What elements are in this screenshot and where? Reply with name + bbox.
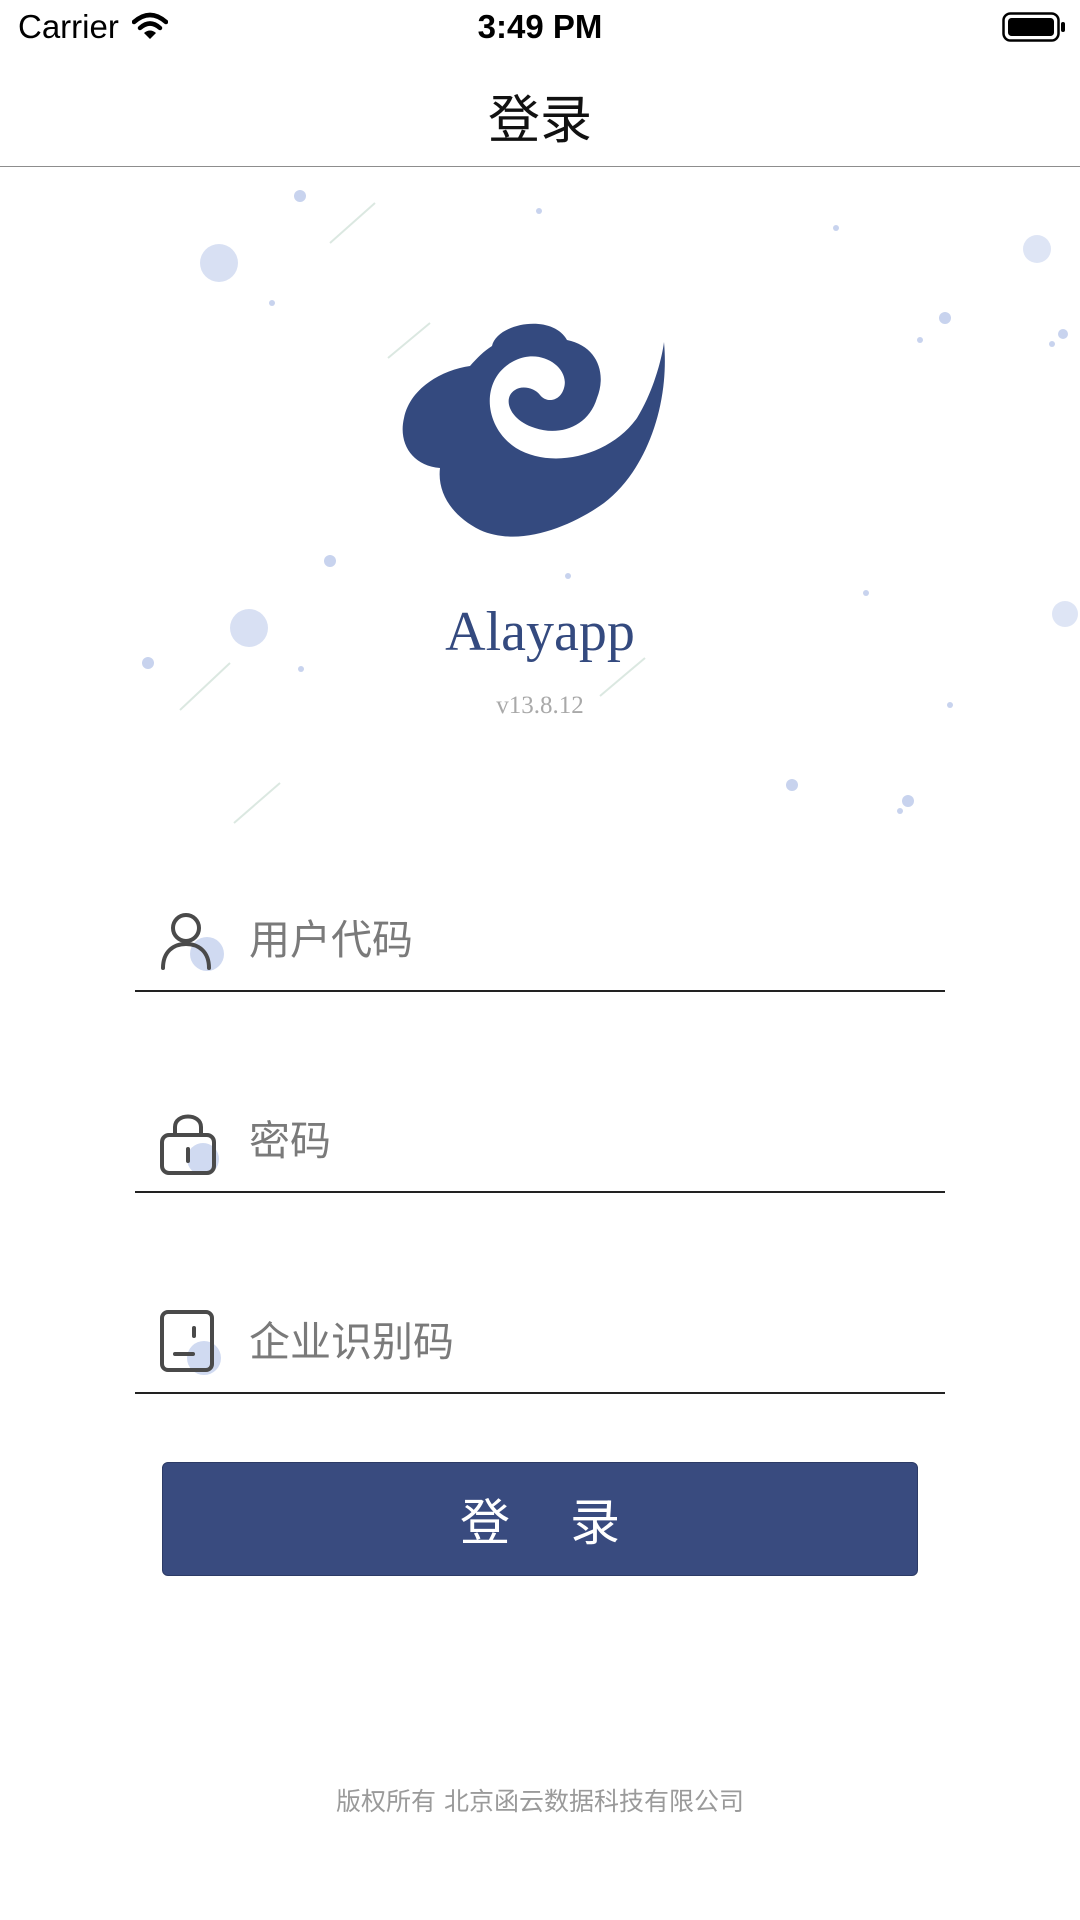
clock: 3:49 PM (477, 8, 603, 45)
enterprise-code-field[interactable] (135, 1292, 945, 1394)
lock-icon (160, 1114, 219, 1175)
copyright-footer: 版权所有 北京函云数据科技有限公司 (336, 1787, 744, 1816)
status-bar: Carrier 3:49 PM (0, 0, 1080, 56)
password-input[interactable] (249, 1105, 929, 1177)
id-card-icon (160, 1310, 221, 1375)
app-version: v13.8.12 (496, 692, 584, 719)
enterprise-code-input[interactable] (249, 1306, 929, 1378)
app-logo (402, 323, 665, 537)
login-button[interactable]: 登 录 (162, 1462, 918, 1576)
app-name: Alayapp (445, 601, 635, 663)
navigation-bar: 登录 (0, 56, 1080, 167)
page-title: 登录 (487, 91, 592, 151)
user-code-field[interactable] (135, 890, 945, 992)
user-code-input[interactable] (249, 904, 929, 976)
user-icon (161, 913, 224, 971)
battery-full-icon (1002, 12, 1065, 42)
password-field[interactable] (135, 1091, 945, 1193)
